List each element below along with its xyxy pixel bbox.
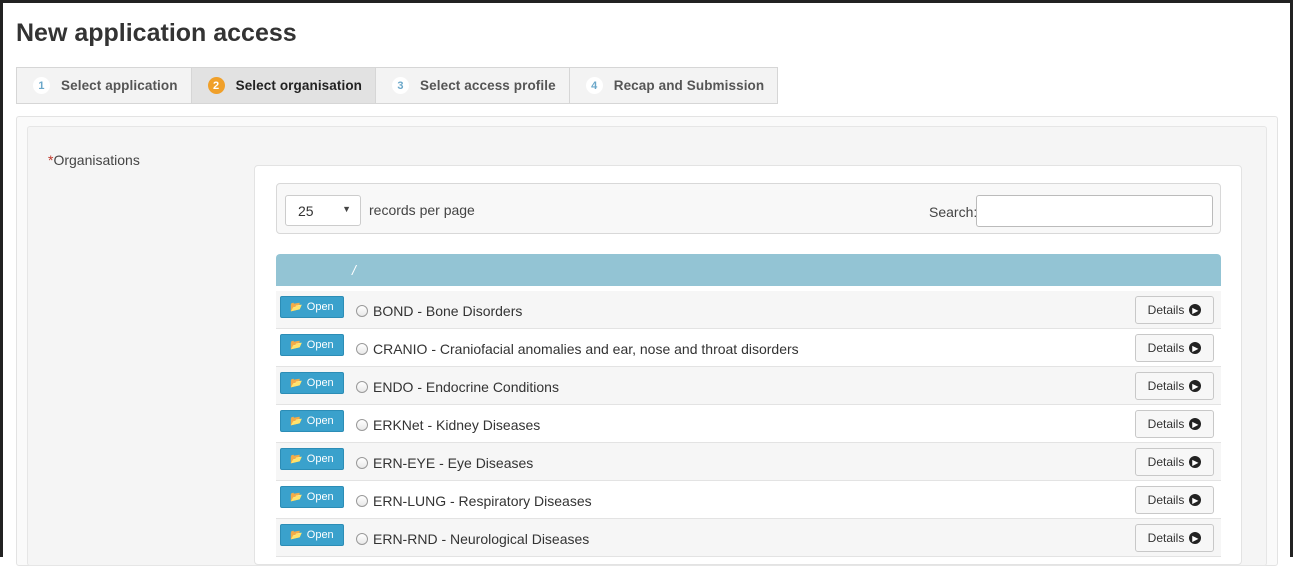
search-label: Search:: [929, 204, 978, 220]
details-button-label: Details: [1147, 493, 1185, 507]
organisation-radio[interactable]: [356, 305, 368, 317]
folder-open-icon: 📂: [290, 491, 303, 503]
step-label: Recap and Submission: [613, 78, 765, 93]
organisation-radio[interactable]: [356, 495, 368, 507]
step-label: Select access profile: [420, 78, 556, 93]
folder-open-icon: 📂: [290, 377, 303, 389]
open-button[interactable]: 📂 Open: [280, 296, 344, 318]
table-header-text: /: [352, 262, 356, 278]
page-title: New application access: [16, 19, 297, 47]
step-number: 2: [207, 77, 225, 94]
table-header: /: [276, 254, 1221, 286]
details-button[interactable]: Details ▶: [1135, 448, 1214, 476]
step-number: 3: [392, 77, 410, 94]
organisation-radio[interactable]: [356, 343, 368, 355]
organisations-field-label: *Organisations: [48, 152, 140, 168]
organisation-name: ERKNet - Kidney Diseases: [373, 417, 541, 433]
organisation-radio[interactable]: [356, 457, 368, 469]
open-button-label: Open: [306, 453, 334, 465]
details-button-label: Details: [1147, 341, 1185, 355]
details-button[interactable]: Details ▶: [1135, 372, 1214, 400]
details-button[interactable]: Details ▶: [1135, 334, 1214, 362]
details-button-label: Details: [1147, 455, 1185, 469]
arrow-circle-right-icon: ▶: [1189, 342, 1202, 354]
details-button-label: Details: [1147, 531, 1185, 545]
open-button[interactable]: 📂 Open: [280, 448, 344, 470]
step-label: Select organisation: [235, 78, 363, 93]
records-per-page-select[interactable]: 25 ▼: [285, 195, 361, 226]
open-button[interactable]: 📂 Open: [280, 334, 344, 356]
step-select-application[interactable]: 1 Select application: [17, 68, 192, 103]
details-button[interactable]: Details ▶: [1135, 410, 1214, 438]
organisation-name: ENDO - Endocrine Conditions: [373, 379, 559, 395]
open-button-label: Open: [306, 529, 334, 541]
details-button[interactable]: Details ▶: [1135, 524, 1214, 552]
arrow-circle-right-icon: ▶: [1189, 304, 1202, 316]
open-button-label: Open: [306, 491, 334, 503]
open-button[interactable]: 📂 Open: [280, 524, 344, 546]
table-row: 📂 Open ERN-LUNG - Respiratory Diseases Deta…: [276, 481, 1221, 519]
table-toolbar: 25 ▼ records per page Search:: [276, 183, 1221, 234]
organisation-name: CRANIO - Craniofacial anomalies and ear,…: [373, 341, 799, 357]
search-input[interactable]: [976, 195, 1213, 227]
organisation-name: ERN-RND - Neurological Diseases: [373, 531, 590, 547]
open-button-label: Open: [306, 415, 334, 427]
records-per-page-label: records per page: [369, 202, 475, 218]
details-button[interactable]: Details ▶: [1135, 486, 1214, 514]
organisation-name: ERN-EYE - Eye Diseases: [373, 455, 534, 471]
table-row: 📂 Open BOND - Bone Disorders Details ▶: [276, 291, 1221, 329]
open-button[interactable]: 📂 Open: [280, 486, 344, 508]
organisation-radio[interactable]: [356, 381, 368, 393]
step-number: 1: [33, 77, 50, 94]
organisation-radio[interactable]: [356, 419, 368, 431]
organisation-name: ERN-LUNG - Respiratory Diseases: [373, 493, 592, 509]
folder-open-icon: 📂: [290, 529, 303, 541]
details-button-label: Details: [1147, 303, 1185, 317]
step-select-organisation[interactable]: 2 Select organisation: [191, 68, 377, 103]
arrow-circle-right-icon: ▶: [1189, 532, 1202, 544]
arrow-circle-right-icon: ▶: [1189, 456, 1202, 468]
step-select-access-profile[interactable]: 3 Select access profile: [376, 68, 570, 103]
table-row: 📂 Open ERN-EYE - Eye Diseases Details ▶: [276, 443, 1221, 481]
records-per-page-value: 25: [298, 203, 314, 219]
arrow-circle-right-icon: ▶: [1189, 418, 1202, 430]
step-number: 4: [585, 77, 603, 94]
organisation-name: BOND - Bone Disorders: [373, 303, 523, 319]
details-button-label: Details: [1147, 379, 1185, 393]
organisation-radio[interactable]: [356, 533, 368, 545]
folder-open-icon: 📂: [290, 415, 303, 427]
folder-open-icon: 📂: [290, 453, 303, 465]
arrow-circle-right-icon: ▶: [1189, 380, 1202, 392]
step-recap-and-submission[interactable]: 4 Recap and Submission: [570, 68, 778, 103]
open-button[interactable]: 📂 Open: [280, 410, 344, 432]
table-row: 📂 Open ENDO - Endocrine Conditions Details ▶: [276, 367, 1221, 405]
open-button-label: Open: [306, 339, 334, 351]
step-label: Select application: [61, 78, 178, 93]
open-button[interactable]: 📂 Open: [280, 372, 344, 394]
folder-open-icon: 📂: [290, 339, 303, 351]
details-button-label: Details: [1147, 417, 1185, 431]
open-button-label: Open: [306, 377, 334, 389]
wizard-steps: 1 Select application 2 Select organisati…: [16, 67, 779, 104]
folder-open-icon: 📂: [290, 301, 303, 313]
chevron-down-icon: ▼: [342, 204, 351, 214]
details-button[interactable]: Details ▶: [1135, 296, 1214, 324]
field-label-text: Organisations: [53, 152, 140, 168]
arrow-circle-right-icon: ▶: [1189, 494, 1202, 506]
table-row: 📂 Open ERKNet - Kidney Diseases Details ▶: [276, 405, 1221, 443]
table-row: 📂 Open CRANIO - Craniofacial anomalies and…: [276, 329, 1221, 367]
table-row: 📂 Open ERN-RND - Neurological Diseases Deta…: [276, 519, 1221, 557]
open-button-label: Open: [306, 301, 334, 313]
